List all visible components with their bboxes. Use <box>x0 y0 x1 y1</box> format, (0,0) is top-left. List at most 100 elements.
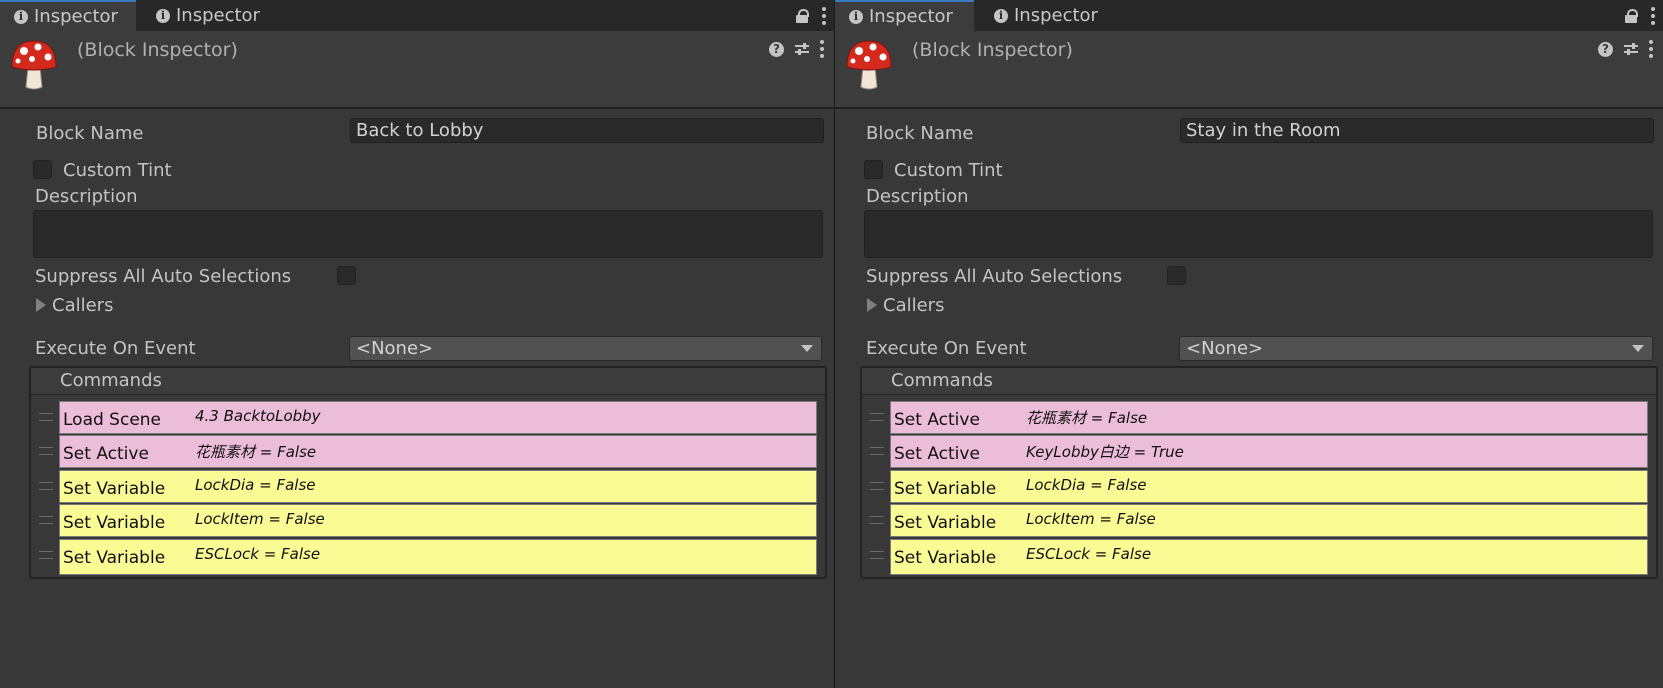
help-icon[interactable]: ? <box>769 41 784 57</box>
description-field[interactable] <box>33 210 823 258</box>
dropdown-value: <None> <box>1186 338 1264 359</box>
commands-header: Commands <box>31 368 825 395</box>
drag-handle-icon[interactable] <box>870 482 884 490</box>
callers-foldout-arrow-icon[interactable] <box>36 298 46 312</box>
tab-label: Inspector <box>1014 5 1098 26</box>
drag-handle-icon[interactable] <box>39 447 53 455</box>
mushroom-icon <box>846 40 892 90</box>
command-summary: 花瓶素材 = False <box>195 443 317 461</box>
tab-inspector-1[interactable]: i Inspector <box>835 0 974 31</box>
inspector-header: (Block Inspector) ? <box>835 31 1663 109</box>
command-row[interactable]: Set Variable LockItem = False <box>890 504 1648 537</box>
command-summary: ESCLock = False <box>1026 545 1152 563</box>
custom-tint-checkbox[interactable] <box>33 160 52 179</box>
header-tools: ? <box>769 40 824 58</box>
suppress-auto-selections-checkbox[interactable] <box>1167 266 1186 285</box>
command-row[interactable]: Set Active 花瓶素材 = False <box>890 401 1648 434</box>
info-icon: i <box>849 9 863 24</box>
callers-foldout-label[interactable]: Callers <box>52 295 113 316</box>
command-row[interactable]: Set Active 花瓶素材 = False <box>59 435 817 468</box>
preset-settings-icon[interactable] <box>794 41 810 57</box>
drag-handle-icon[interactable] <box>39 482 53 490</box>
suppress-auto-selections-label: Suppress All Auto Selections <box>35 266 292 287</box>
command-name: Set Active <box>894 410 980 430</box>
command-name: Set Variable <box>63 548 166 568</box>
lock-icon[interactable] <box>1625 8 1638 23</box>
mushroom-icon <box>11 40 57 90</box>
command-summary: 4.3 BacktoLobby <box>195 407 321 425</box>
command-name: Set Active <box>63 444 149 464</box>
command-row[interactable]: Set Variable LockItem = False <box>59 504 817 537</box>
custom-tint-checkbox[interactable] <box>864 160 883 179</box>
command-name: Set Variable <box>63 513 166 533</box>
block-name-field[interactable]: Back to Lobby <box>350 118 824 143</box>
custom-tint-label: Custom Tint <box>63 160 172 181</box>
commands-label: Commands <box>60 370 162 391</box>
tab-inspector-2[interactable]: i Inspector <box>980 0 1112 31</box>
drag-handle-icon[interactable] <box>870 413 884 421</box>
commands-list: Commands Set Active 花瓶素材 = False Set Act… <box>860 366 1658 579</box>
drag-handle-icon[interactable] <box>870 516 884 524</box>
execute-on-event-dropdown[interactable]: <None> <box>1179 336 1653 361</box>
command-row[interactable]: Set Variable LockDia = False <box>59 470 817 503</box>
dropdown-value: <None> <box>356 338 434 359</box>
tab-inspector-1[interactable]: i Inspector <box>0 0 136 31</box>
command-row[interactable]: Load Scene 4.3 BacktoLobby <box>59 401 817 434</box>
command-row[interactable]: Set Active KeyLobby白边 = True <box>890 435 1648 468</box>
header-tools: ? <box>1598 40 1653 58</box>
drag-handle-icon[interactable] <box>39 413 53 421</box>
description-label: Description <box>866 186 969 207</box>
custom-tint-label: Custom Tint <box>894 160 1003 181</box>
command-summary: LockItem = False <box>1026 510 1156 528</box>
help-icon[interactable]: ? <box>1598 41 1613 57</box>
callers-foldout-arrow-icon[interactable] <box>867 298 877 312</box>
command-name: Set Active <box>894 444 980 464</box>
command-name: Set Variable <box>894 479 997 499</box>
more-menu-icon[interactable] <box>820 40 824 58</box>
commands-label: Commands <box>891 370 993 391</box>
execute-on-event-label: Execute On Event <box>866 338 1027 359</box>
inspector-panel-right: i Inspector i Inspector (Block Inspector… <box>835 0 1663 688</box>
block-name-field[interactable]: Stay in the Room <box>1180 118 1654 143</box>
header-title: (Block Inspector) <box>912 39 1073 61</box>
drag-handle-icon[interactable] <box>39 516 53 524</box>
header-title: (Block Inspector) <box>77 39 238 61</box>
command-name: Set Variable <box>894 548 997 568</box>
block-name-label: Block Name <box>36 123 144 144</box>
execute-on-event-label: Execute On Event <box>35 338 196 359</box>
callers-foldout-label[interactable]: Callers <box>883 295 944 316</box>
commands-header: Commands <box>862 368 1656 395</box>
tab-inspector-2[interactable]: i Inspector <box>142 0 274 31</box>
dropdown-caret-icon <box>801 345 813 352</box>
command-summary: LockDia = False <box>195 476 316 494</box>
info-icon: i <box>14 9 28 24</box>
more-menu-icon[interactable] <box>1651 6 1655 25</box>
command-row[interactable]: Set Variable ESCLock = False <box>890 539 1648 575</box>
command-name: Load Scene <box>63 410 162 430</box>
suppress-auto-selections-checkbox[interactable] <box>337 266 356 285</box>
commands-list: Commands Load Scene 4.3 BacktoLobby Set … <box>29 366 827 579</box>
drag-handle-icon[interactable] <box>870 447 884 455</box>
command-summary: LockDia = False <box>1026 476 1147 494</box>
drag-handle-icon[interactable] <box>39 551 53 559</box>
description-field[interactable] <box>864 210 1653 258</box>
lock-icon[interactable] <box>796 8 809 23</box>
block-name-label: Block Name <box>866 123 974 144</box>
preset-settings-icon[interactable] <box>1623 41 1639 57</box>
description-label: Description <box>35 186 138 207</box>
tab-label: Inspector <box>176 5 260 26</box>
suppress-auto-selections-label: Suppress All Auto Selections <box>866 266 1123 287</box>
inspector-panel-left: i Inspector i Inspector (Block Inspector… <box>0 0 835 688</box>
tab-tools <box>796 0 826 31</box>
tab-label: Inspector <box>34 6 118 27</box>
execute-on-event-dropdown[interactable]: <None> <box>349 336 822 361</box>
info-icon: i <box>994 8 1008 23</box>
tab-bar: i Inspector i Inspector <box>0 0 834 32</box>
tab-bar: i Inspector i Inspector <box>835 0 1663 32</box>
drag-handle-icon[interactable] <box>870 551 884 559</box>
inspector-header: (Block Inspector) ? <box>0 31 834 109</box>
more-menu-icon[interactable] <box>822 6 826 25</box>
command-row[interactable]: Set Variable LockDia = False <box>890 470 1648 503</box>
more-menu-icon[interactable] <box>1649 40 1653 58</box>
command-row[interactable]: Set Variable ESCLock = False <box>59 539 817 575</box>
